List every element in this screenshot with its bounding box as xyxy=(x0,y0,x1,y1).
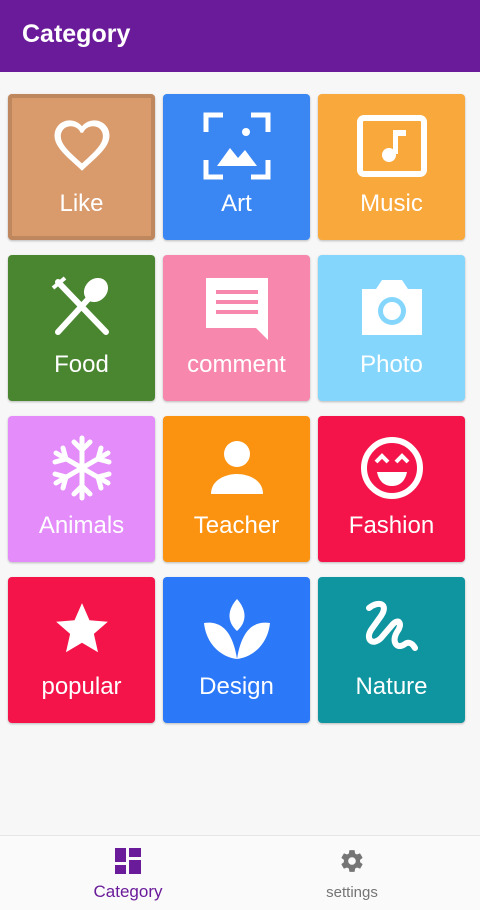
tile-design[interactable]: Design xyxy=(163,577,310,723)
tile-label: Design xyxy=(199,673,274,700)
category-grid: Like Art Music Food comment Photo Animal… xyxy=(8,94,465,724)
tile-label: Like xyxy=(59,190,104,217)
tile-nature[interactable]: Nature xyxy=(318,577,465,723)
lotus-icon xyxy=(163,591,310,667)
tile-label: popular xyxy=(41,673,122,700)
tile-art[interactable]: Art xyxy=(163,94,310,240)
tile-fashion[interactable]: Fashion xyxy=(318,416,465,562)
music-note-icon xyxy=(318,108,465,184)
tile-label: Photo xyxy=(360,351,423,378)
restaurant-icon xyxy=(8,269,155,345)
snowflake-icon xyxy=(8,430,155,506)
person-icon xyxy=(163,430,310,506)
tile-animals[interactable]: Animals xyxy=(8,416,155,562)
page-title: Category xyxy=(22,20,131,48)
comment-icon xyxy=(163,269,310,345)
tile-label: comment xyxy=(187,351,286,378)
app-bar: Category xyxy=(0,0,480,72)
tile-popular[interactable]: popular xyxy=(8,577,155,723)
tile-label: Food xyxy=(54,351,109,378)
gear-icon xyxy=(232,848,472,876)
dashboard-icon xyxy=(8,848,248,876)
gesture-icon xyxy=(318,591,465,667)
tile-label: Fashion xyxy=(348,512,435,539)
star-icon xyxy=(8,591,155,667)
tile-teacher[interactable]: Teacher xyxy=(163,416,310,562)
camera-icon xyxy=(318,269,465,345)
tile-label: Music xyxy=(360,190,423,217)
tile-music[interactable]: Music xyxy=(318,94,465,240)
tile-like[interactable]: Like xyxy=(8,94,155,240)
tile-photo[interactable]: Photo xyxy=(318,255,465,401)
nav-item-category[interactable]: Category xyxy=(8,836,248,910)
bottom-navigation: Category settings xyxy=(0,835,480,910)
tile-label: Art xyxy=(221,190,252,217)
image-icon xyxy=(163,108,310,184)
tile-label: Nature xyxy=(355,673,428,700)
nav-label: Category xyxy=(93,882,163,901)
tile-comment[interactable]: comment xyxy=(163,255,310,401)
nav-label: settings xyxy=(326,884,378,901)
heart-icon xyxy=(8,108,155,184)
tile-label: Teacher xyxy=(193,512,280,539)
tile-label: Animals xyxy=(38,512,125,539)
tile-food[interactable]: Food xyxy=(8,255,155,401)
smiley-icon xyxy=(318,430,465,506)
nav-item-settings[interactable]: settings xyxy=(232,836,472,910)
